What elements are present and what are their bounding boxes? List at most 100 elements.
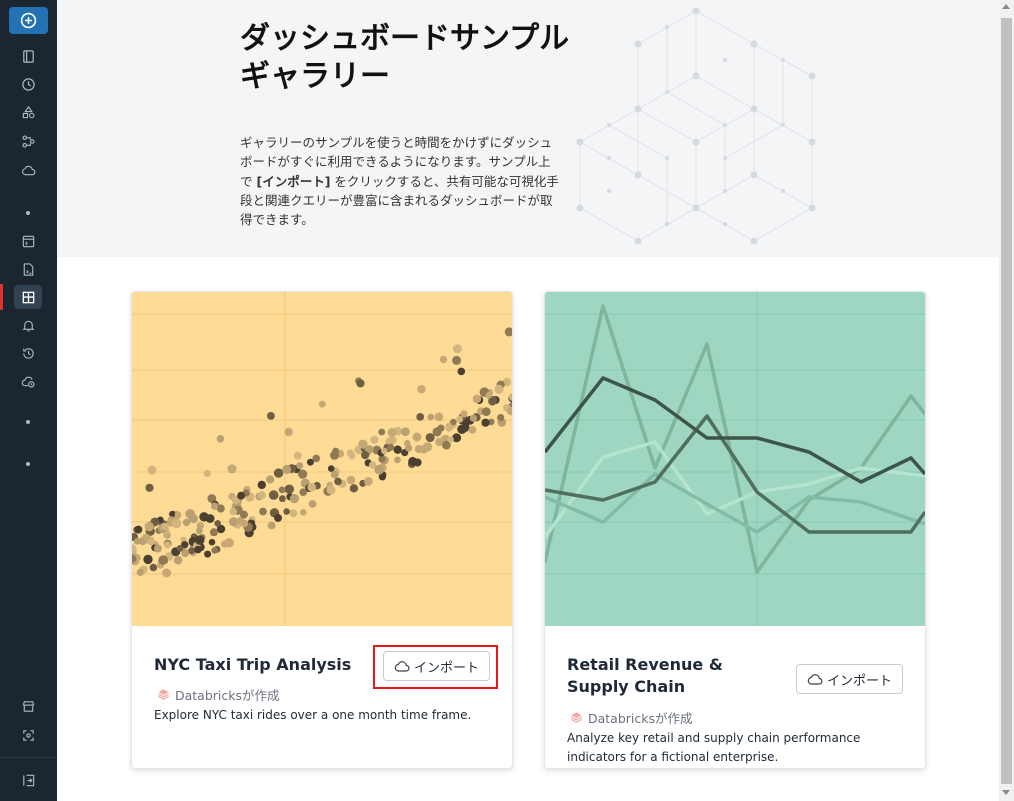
scatter-point — [259, 507, 267, 516]
scatter-point — [425, 433, 435, 443]
scatter-point — [412, 432, 422, 442]
scatter-point — [405, 444, 413, 452]
highlight-annotation — [373, 645, 498, 689]
scatter-point — [307, 482, 317, 492]
scatter-point — [401, 427, 410, 436]
scroll-up-arrow-icon[interactable] — [1002, 4, 1010, 9]
sidebar-item-workflows[interactable] — [0, 129, 57, 153]
recents-icon — [22, 77, 35, 91]
sidebar-item-query-history[interactable] — [0, 341, 57, 365]
cloud-icon — [807, 674, 823, 685]
scatter-point — [387, 428, 397, 437]
dashboard-card-retail-revenue[interactable]: Retail Revenue & Supply Chain インポート Data… — [544, 291, 926, 769]
workflows-icon — [22, 135, 35, 147]
new-button[interactable] — [9, 7, 48, 34]
import-button[interactable]: インポート — [796, 664, 903, 694]
catalog-icon — [22, 105, 35, 118]
scatter-point — [434, 412, 444, 422]
scatter-point — [432, 427, 442, 437]
sidebar-item-partner-connect[interactable] — [0, 723, 57, 747]
scatter-point — [257, 491, 266, 500]
scatter-point — [267, 412, 275, 420]
scatter-point — [208, 538, 216, 546]
scatter-point — [174, 511, 182, 519]
queries-icon — [23, 262, 34, 276]
scatter-point — [199, 512, 209, 522]
scatter-point — [282, 464, 292, 474]
sidebar-item-workspace[interactable] — [0, 44, 57, 68]
scatter-point — [237, 491, 246, 500]
scatter-point — [481, 418, 490, 427]
scatter-point — [283, 508, 290, 515]
plus-circle-icon — [20, 12, 37, 29]
scatter-point — [142, 533, 151, 542]
scatter-point — [133, 538, 141, 545]
sidebar-item-queries[interactable] — [0, 257, 57, 281]
scatter-point — [346, 449, 354, 457]
scatter-point — [147, 465, 157, 475]
sidebar-item-marketplace[interactable] — [0, 694, 57, 718]
scatter-point — [378, 428, 386, 436]
scatter-point — [356, 379, 365, 388]
card-title[interactable]: NYC Taxi Trip Analysis — [154, 654, 364, 676]
card-title[interactable]: Retail Revenue & Supply Chain — [567, 654, 777, 698]
alerts-icon — [22, 320, 35, 331]
scatter-point — [330, 450, 339, 460]
scatter-point — [267, 521, 276, 530]
dashboard-card-nyc-taxi[interactable]: NYC Taxi Trip Analysis インポート Databricksが… — [131, 291, 513, 769]
scatter-point — [144, 522, 154, 532]
scatter-point — [361, 451, 370, 460]
scatter-point — [204, 550, 212, 558]
scatter-point — [326, 485, 336, 495]
scatter-point — [268, 490, 279, 500]
sidebar-item-alerts[interactable] — [0, 313, 57, 337]
scatter-point — [163, 541, 171, 549]
sidebar-collapse-button[interactable] — [0, 768, 57, 792]
scatter-point — [289, 494, 300, 504]
sidebar-item-dashboards[interactable] — [0, 285, 57, 309]
sidebar-item-sql-warehouses[interactable] — [0, 369, 57, 393]
vertical-scrollbar[interactable] — [999, 0, 1014, 801]
scatter-point — [370, 435, 379, 444]
scatter-point — [453, 344, 462, 354]
scatter-point — [306, 458, 314, 466]
scatter-point — [273, 468, 284, 478]
sidebar-item-compute[interactable] — [0, 158, 57, 182]
scatter-point — [162, 568, 172, 578]
scatter-point — [330, 470, 339, 479]
scatter-point — [427, 413, 435, 421]
databricks-logo-icon — [158, 689, 169, 700]
sidebar-section-dot — [26, 211, 30, 215]
compute-icon — [22, 165, 36, 175]
import-button-label: インポート — [826, 673, 892, 689]
scatter-point — [488, 397, 497, 406]
scatter-point — [266, 475, 275, 484]
scroll-down-arrow-icon[interactable] — [1002, 790, 1010, 795]
sidebar-item-catalog[interactable] — [0, 100, 57, 124]
scatter-point — [171, 518, 182, 529]
scatter-point — [278, 486, 286, 494]
card-preview-line — [545, 292, 925, 626]
scatter-point — [364, 477, 373, 486]
scatter-point — [173, 555, 183, 565]
scatter-point — [497, 414, 505, 422]
scatter-point — [136, 568, 144, 576]
scatter-point — [182, 518, 191, 527]
scrollbar-thumb[interactable] — [1001, 18, 1012, 784]
scatter-point — [374, 464, 384, 475]
scatter-point — [227, 464, 237, 474]
sidebar-item-sql-editor[interactable] — [0, 229, 57, 253]
scatter-point — [299, 488, 307, 496]
sidebar-item-recents[interactable] — [0, 72, 57, 96]
scatter-point — [161, 557, 169, 565]
scatter-point — [469, 414, 477, 422]
scatter-point — [284, 427, 293, 437]
scatter-point — [457, 424, 467, 434]
scatter-point — [378, 455, 386, 463]
sidebar-section-dot — [26, 420, 30, 424]
query-history-icon — [23, 347, 34, 359]
scatter-point — [211, 547, 219, 554]
page-title: ダッシュボードサンプルギャラリー — [240, 21, 570, 94]
sql-editor-icon — [22, 235, 35, 247]
scatter-point — [149, 563, 158, 572]
